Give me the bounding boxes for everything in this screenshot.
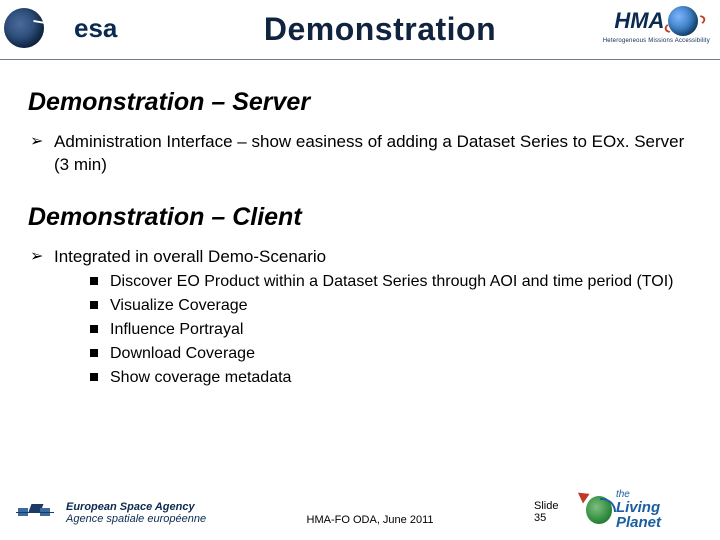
esa-footer-line2: Agence spatiale européenne [66,514,206,526]
hma-globe-icon [668,6,698,36]
slide-header: esa Demonstration HMA Heterogeneous Miss… [0,0,720,60]
slide-number: Slide 35 [534,500,572,530]
client-sub-4: Download Coverage [54,343,692,365]
slide: esa Demonstration HMA Heterogeneous Miss… [0,0,720,540]
client-bullet-1-text: Integrated in overall Demo-Scenario [54,247,326,266]
esa-logo: esa [4,8,117,48]
client-sub-2: Visualize Coverage [54,295,692,317]
client-sub-3: Influence Portrayal [54,319,692,341]
hma-text-label: HMA [614,8,664,34]
client-sub-5: Show coverage metadata [54,367,692,389]
client-bullet-1: Integrated in overall Demo-Scenario Disc… [28,246,692,389]
living-planet-logo: the Living Planet [586,490,704,530]
esa-globe-icon [4,8,44,48]
satellite-icon [16,498,56,530]
slide-footer: European Space Agency Agence spatiale eu… [0,480,720,534]
section-title-server: Demonstration – Server [28,88,692,117]
esa-logo-text: esa [74,13,117,44]
hma-subtitle: Heterogeneous Missions Accessibility [603,38,710,44]
footer-center-text: HMA-FO ODA, June 2011 [206,514,534,530]
server-bullets: Administration Interface – show easiness… [28,131,692,177]
esa-footer-text: European Space Agency Agence spatiale eu… [66,502,206,525]
client-sub-bullets: Discover EO Product within a Dataset Ser… [54,271,692,389]
footer-right: Slide 35 the Living Planet [534,490,704,530]
section-title-client: Demonstration – Client [28,203,692,232]
client-sub-1: Discover EO Product within a Dataset Ser… [54,271,692,293]
living-planet-label: Living Planet [616,500,704,530]
slide-body: Demonstration – Server Administration In… [0,60,720,389]
hma-logo-text: HMA [614,6,698,36]
client-bullets: Integrated in overall Demo-Scenario Disc… [28,246,692,389]
esa-footer-logo: European Space Agency Agence spatiale eu… [16,498,206,530]
hma-logo: HMA Heterogeneous Missions Accessibility [603,6,710,44]
living-planet-text: the Living Planet [616,490,704,530]
living-planet-icon [586,496,612,524]
server-bullet-1: Administration Interface – show easiness… [28,131,692,177]
